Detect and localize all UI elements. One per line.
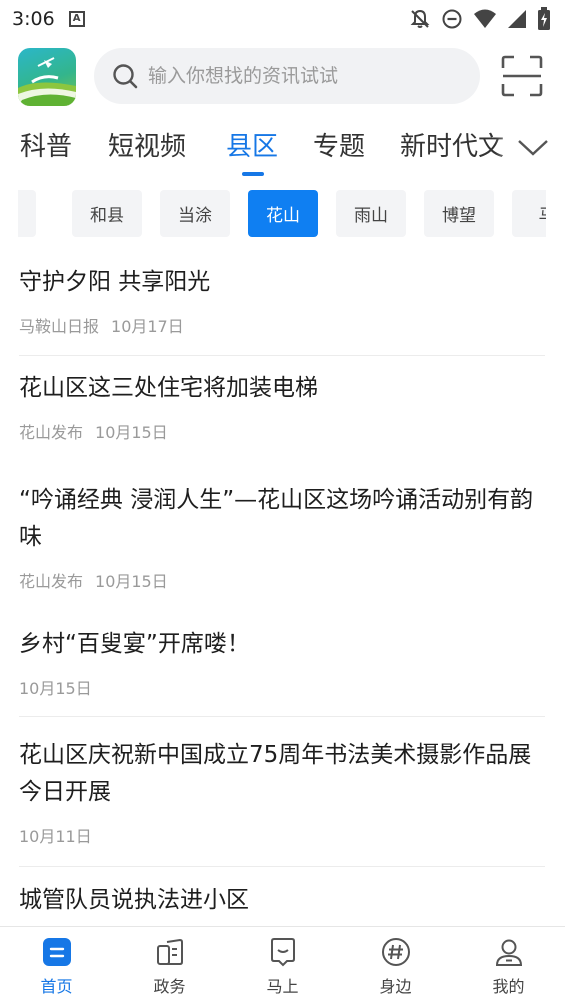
- news-title: 乡村“百叟宴”开席喽！: [19, 631, 250, 657]
- news-title: 花山区庆祝新中国成立75周年书法美术摄影作品展今日开展: [19, 742, 532, 805]
- chip-huashan[interactable]: 花山: [248, 190, 318, 237]
- tab-new-era[interactable]: 新时代文: [400, 126, 504, 163]
- status-icons: [409, 7, 551, 31]
- news-date: 10月11日: [19, 827, 92, 846]
- nav-profile[interactable]: 我的: [452, 927, 565, 1004]
- search-bar[interactable]: [94, 48, 480, 104]
- divider: [19, 866, 545, 867]
- profile-icon: [495, 939, 522, 966]
- chip-yushan[interactable]: 雨山: [336, 190, 406, 237]
- news-item[interactable]: 守护夕阳 共享阳光 马鞍山日报 10月17日: [19, 264, 545, 337]
- logo-icon: [18, 57, 76, 106]
- tab-special-topic[interactable]: 专题: [313, 126, 365, 163]
- news-meta: 花山发布 10月15日: [19, 419, 545, 443]
- news-item[interactable]: 花山区这三处住宅将加装电梯 花山发布 10月15日: [19, 370, 545, 443]
- news-source: 马鞍山日报: [19, 317, 100, 336]
- signal-icon: [508, 10, 526, 28]
- search-header: [0, 44, 565, 108]
- status-bar: 3:06 A: [0, 0, 565, 38]
- wifi-icon: [474, 9, 496, 28]
- chip-partial-left[interactable]: 山: [18, 190, 36, 237]
- bookmark-chat-icon: [270, 938, 295, 967]
- news-item[interactable]: 花山区庆祝新中国成立75周年书法美术摄影作品展今日开展 10月11日: [19, 737, 545, 847]
- divider: [19, 716, 545, 717]
- nav-label: 首页: [40, 977, 73, 996]
- news-source: 花山发布: [19, 572, 84, 591]
- chevron-down-icon[interactable]: [517, 133, 549, 161]
- nav-label: 身边: [379, 977, 412, 996]
- nav-nearby[interactable]: 身边: [339, 927, 452, 1004]
- nav-government[interactable]: 政务: [113, 927, 226, 1004]
- battery-icon: [538, 7, 550, 30]
- news-date: 10月15日: [19, 679, 92, 698]
- nav-label: 我的: [492, 977, 525, 996]
- news-meta: 花山发布 10月15日: [19, 568, 545, 592]
- news-title: 城管队员说执法进小区: [19, 887, 249, 913]
- mute-bell-icon: [410, 9, 430, 28]
- status-time: 3:06: [12, 8, 55, 30]
- bottom-nav: 首页 政务 马上 身边 我的: [0, 926, 565, 1004]
- search-icon: [113, 64, 138, 89]
- news-item[interactable]: 乡村“百叟宴”开席喽！ 10月15日: [19, 626, 545, 699]
- government-icon: [156, 938, 183, 965]
- news-title: 守护夕阳 共享阳光: [19, 269, 211, 295]
- category-tabs: 科普 短视频 县区 专题 新时代文: [0, 120, 565, 176]
- tab-kepu[interactable]: 科普: [20, 126, 72, 163]
- news-title: 花山区这三处住宅将加装电梯: [19, 375, 318, 401]
- news-meta: 10月15日: [19, 675, 545, 699]
- app-logo[interactable]: [18, 48, 76, 106]
- divider: [19, 355, 545, 356]
- chip-partial-right[interactable]: 马: [512, 190, 546, 237]
- news-title: “吟诵经典 浸润人生”—花山区这场吟诵活动别有韵味: [19, 487, 534, 550]
- tab-short-video[interactable]: 短视频: [108, 126, 186, 163]
- hashtag-icon: [381, 938, 410, 966]
- nav-home[interactable]: 首页: [0, 927, 113, 1004]
- news-item[interactable]: 城管队员说执法进小区: [19, 882, 545, 919]
- tab-county[interactable]: 县区: [226, 126, 278, 163]
- chip-hexian[interactable]: 和县: [72, 190, 142, 237]
- news-date: 10月15日: [95, 572, 168, 591]
- active-tab-indicator: [242, 172, 264, 176]
- search-input[interactable]: [148, 65, 448, 87]
- chip-bowang[interactable]: 博望: [424, 190, 494, 237]
- news-meta: 马鞍山日报 10月17日: [19, 313, 545, 337]
- notification-a-icon: A: [68, 11, 85, 27]
- news-source: 花山发布: [19, 423, 84, 442]
- news-date: 10月17日: [111, 317, 184, 336]
- home-icon: [42, 938, 71, 966]
- do-not-disturb-icon: [442, 9, 462, 29]
- region-chips: 山 和县 当涂 花山 雨山 博望 马: [18, 190, 546, 238]
- news-date: 10月15日: [95, 423, 168, 442]
- chip-dangtu[interactable]: 当涂: [160, 190, 230, 237]
- scan-icon[interactable]: [500, 54, 544, 98]
- nav-mashang[interactable]: 马上: [226, 927, 339, 1004]
- news-item[interactable]: “吟诵经典 浸润人生”—花山区这场吟诵活动别有韵味 花山发布 10月15日: [19, 482, 545, 592]
- news-meta: 10月11日: [19, 823, 545, 847]
- nav-label: 马上: [266, 977, 299, 996]
- nav-label: 政务: [153, 977, 186, 996]
